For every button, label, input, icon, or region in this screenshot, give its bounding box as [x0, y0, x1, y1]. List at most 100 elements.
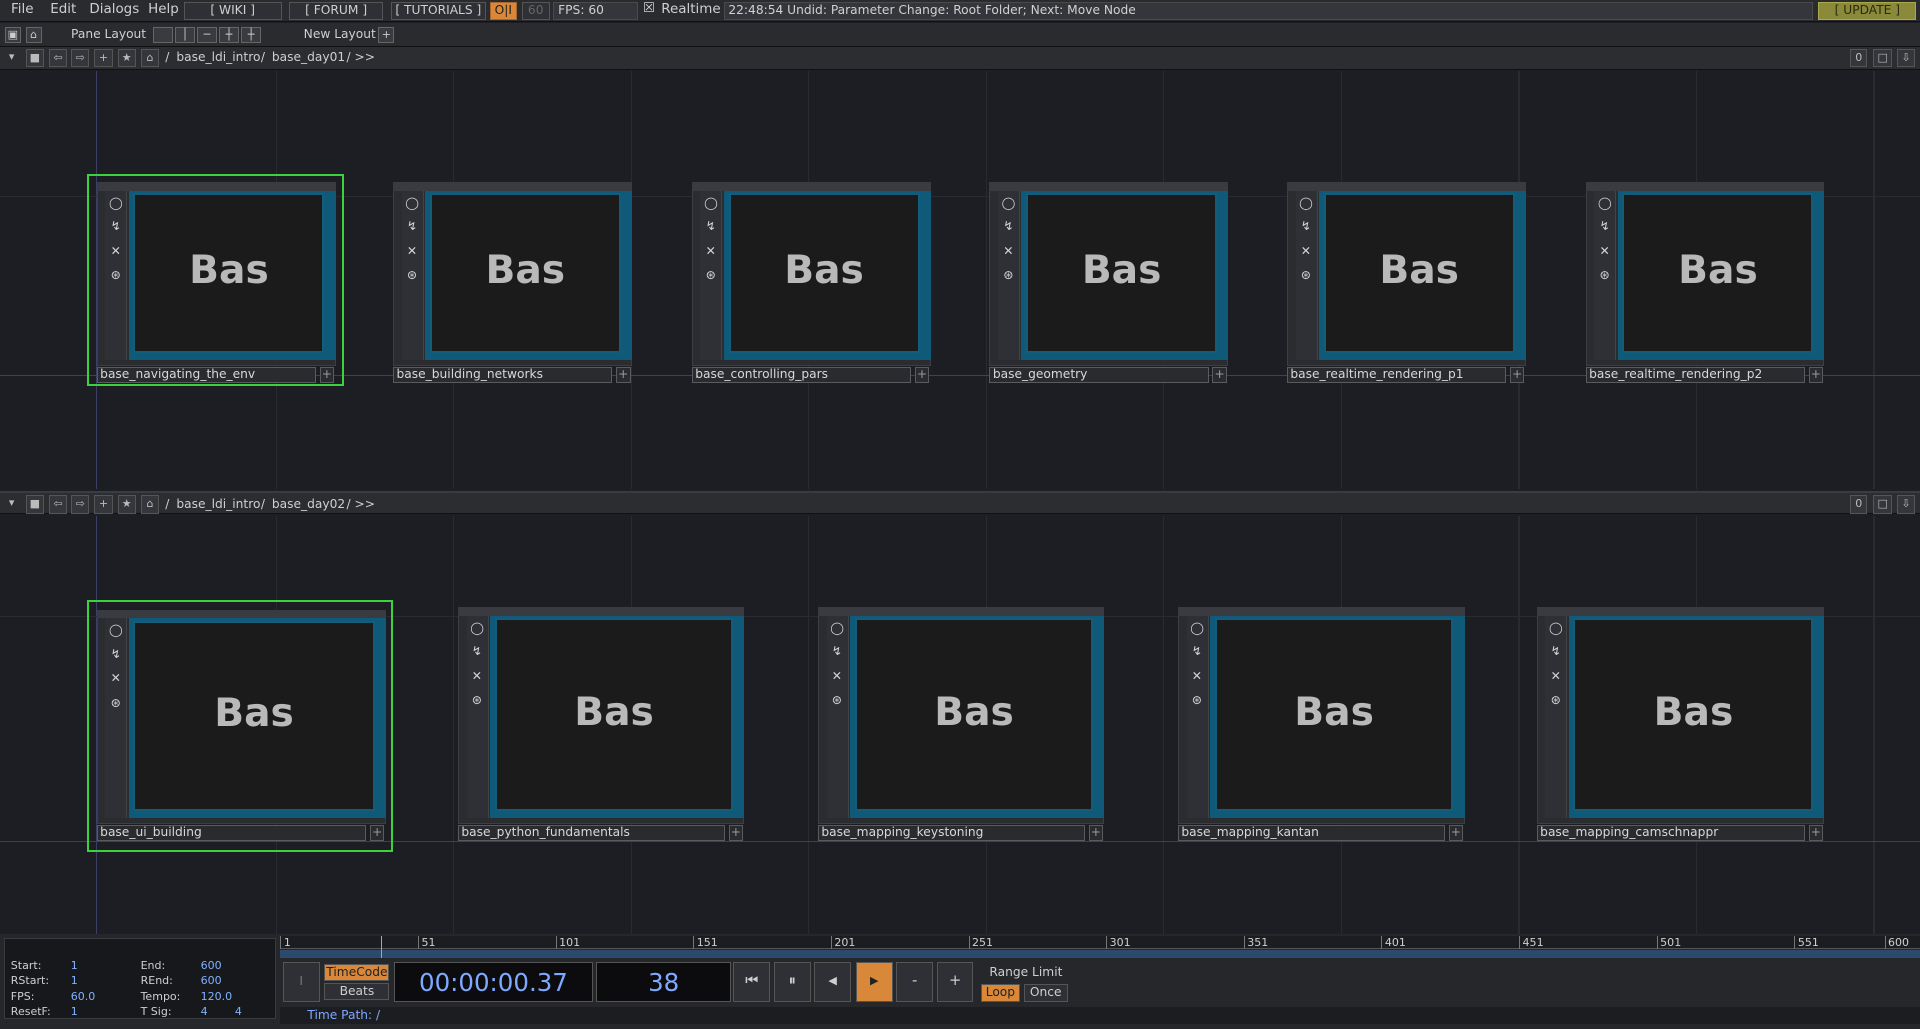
node-name-label[interactable]: base_mapping_camschnappr	[1536, 825, 1805, 842]
network-pane-2[interactable]: Bas ◯ ↯ ✕ ⊛ base_ui_building + Bas ◯ ↯ ✕…	[0, 515, 1920, 935]
info-button[interactable]: I	[282, 962, 320, 1002]
fps-value[interactable]: 60.0	[71, 990, 96, 1003]
realtime-checkbox[interactable]: ☒	[643, 1, 655, 16]
oi-toggle[interactable]: O|I	[489, 2, 517, 20]
pane-menu-icon[interactable]: ▾	[2, 495, 20, 513]
bypass-icon[interactable]: ◯	[830, 621, 844, 635]
end-value[interactable]: 600	[201, 959, 222, 972]
add-output-icon[interactable]: +	[615, 367, 631, 384]
add-output-icon[interactable]: +	[1808, 367, 1824, 384]
add-output-icon[interactable]: +	[914, 367, 930, 384]
forward-icon[interactable]: ⇨	[71, 495, 90, 514]
delete-icon[interactable]: ✕	[470, 669, 483, 683]
delete-icon[interactable]: ✕	[405, 244, 418, 258]
base-comp-node[interactable]: Bas ◯ ↯ ✕ ⊛ base_python_fundamentals +	[457, 607, 745, 842]
tempo-value[interactable]: 120.0	[201, 990, 233, 1003]
loop-toggle[interactable]: Loop	[980, 984, 1020, 1002]
delete-icon[interactable]: ✕	[830, 669, 843, 683]
base-comp-node[interactable]: Bas ◯ ↯ ✕ ⊛ base_realtime_rendering_p2 +	[1585, 182, 1825, 384]
add-output-icon[interactable]: +	[1509, 367, 1525, 384]
layout-split-v-icon[interactable]: │	[175, 26, 195, 43]
cook-icon[interactable]: ↯	[704, 220, 717, 233]
download-icon[interactable]: ⇩	[1896, 48, 1916, 68]
lock-icon[interactable]: ⊛	[1598, 269, 1611, 282]
lock-icon[interactable]: ⊛	[704, 269, 717, 282]
lock-icon[interactable]: ⊛	[1549, 694, 1562, 707]
image-icon[interactable]: ▣	[4, 26, 21, 43]
layout-three-icon[interactable]: ┼	[219, 26, 239, 43]
maximize-icon[interactable]: □	[1873, 495, 1892, 514]
node-preview[interactable]: Bas	[494, 618, 734, 811]
base-comp-node[interactable]: Bas ◯ ↯ ✕ ⊛ base_geometry +	[989, 182, 1229, 384]
home-icon[interactable]: ⌂	[140, 48, 160, 68]
path-more[interactable]: / >>	[347, 50, 376, 64]
bypass-icon[interactable]: ◯	[405, 196, 419, 210]
rend-value[interactable]: 600	[201, 974, 222, 987]
bypass-icon[interactable]: ◯	[1598, 196, 1612, 210]
node-name-label[interactable]: base_building_networks	[393, 367, 613, 384]
fps-cap-field[interactable]: 60	[521, 2, 550, 20]
add-icon[interactable]: +	[94, 48, 113, 68]
path-segment[interactable]: base_day02	[272, 497, 345, 511]
wiki-button[interactable]: [ WIKI ]	[183, 2, 282, 20]
add-output-icon[interactable]: +	[1212, 367, 1227, 384]
node-preview[interactable]: Bas	[728, 193, 920, 353]
resetf-value[interactable]: 1	[71, 1005, 78, 1018]
menu-help[interactable]: Help	[148, 2, 179, 17]
node-name-label[interactable]: base_controlling_pars	[691, 367, 911, 384]
stop-icon[interactable]: ■	[25, 48, 45, 68]
add-output-icon[interactable]: +	[728, 825, 744, 842]
path-segment[interactable]: base_day01	[272, 50, 345, 64]
back-icon[interactable]: ⇦	[48, 495, 68, 514]
frame-display[interactable]: 38	[596, 962, 732, 1002]
network-pane-1[interactable]: Bas ◯ ↯ ✕ ⊛ base_navigating_the_env + Ba…	[0, 71, 1920, 489]
node-name-label[interactable]: base_mapping_keystoning	[817, 825, 1085, 842]
add-icon[interactable]: +	[94, 495, 113, 514]
base-comp-node[interactable]: Bas ◯ ↯ ✕ ⊛ base_realtime_rendering_p1 +	[1286, 182, 1526, 384]
bypass-icon[interactable]: ◯	[1190, 621, 1204, 635]
bypass-icon[interactable]: ◯	[1549, 621, 1563, 635]
delete-icon[interactable]: ✕	[1598, 244, 1611, 258]
bypass-icon[interactable]: ◯	[1002, 196, 1016, 210]
node-preview[interactable]: Bas	[1323, 193, 1515, 353]
layout-split-h-icon[interactable]: ─	[197, 26, 217, 43]
cook-icon[interactable]: ↯	[470, 645, 483, 658]
cook-icon[interactable]: ↯	[1299, 220, 1312, 233]
delete-icon[interactable]: ✕	[1190, 669, 1203, 683]
rstart-value[interactable]: 1	[71, 974, 78, 987]
star-icon[interactable]: ★	[117, 48, 136, 68]
add-output-icon[interactable]: +	[1448, 825, 1464, 842]
bypass-icon[interactable]: ◯	[470, 621, 484, 635]
beats-toggle[interactable]: Beats	[324, 983, 390, 1001]
node-preview[interactable]: Bas	[1622, 193, 1814, 353]
node-preview[interactable]: Bas	[429, 193, 621, 353]
menu-file[interactable]: File	[11, 2, 34, 17]
menu-edit[interactable]: Edit	[50, 2, 76, 17]
base-comp-node[interactable]: Bas ◯ ↯ ✕ ⊛ base_controlling_pars +	[691, 182, 931, 384]
tsig-denominator[interactable]: 4	[235, 1005, 242, 1018]
delete-icon[interactable]: ✕	[704, 244, 717, 258]
base-comp-node[interactable]: Bas ◯ ↯ ✕ ⊛ base_building_networks +	[393, 182, 632, 384]
back-icon[interactable]: ⇦	[48, 48, 68, 68]
download-icon[interactable]: ⇩	[1896, 495, 1916, 514]
base-comp-node[interactable]: Bas ◯ ↯ ✕ ⊛ base_mapping_kantan +	[1177, 607, 1465, 842]
network-icon[interactable]: ⌂	[25, 26, 42, 43]
node-name-label[interactable]: base_mapping_kantan	[1177, 825, 1445, 842]
node-preview[interactable]: Bas	[1214, 618, 1454, 811]
cook-icon[interactable]: ↯	[1598, 220, 1611, 233]
step-back-icon[interactable]: ◀	[814, 962, 852, 1002]
cook-icon[interactable]: ↯	[1549, 645, 1562, 658]
lock-icon[interactable]: ⊛	[470, 694, 483, 707]
node-preview[interactable]: Bas	[1026, 193, 1218, 353]
layout-single-icon[interactable]	[153, 26, 173, 43]
path-segment[interactable]: base_ldi_intro	[176, 50, 260, 64]
lock-icon[interactable]: ⊛	[1190, 694, 1203, 707]
delete-icon[interactable]: ✕	[1549, 669, 1562, 683]
timecode-toggle[interactable]: TimeCode	[324, 963, 390, 981]
path-segment[interactable]: base_ldi_intro	[176, 497, 260, 511]
playhead[interactable]	[380, 935, 383, 958]
cook-icon[interactable]: ↯	[830, 645, 843, 658]
node-preview[interactable]: Bas	[854, 618, 1094, 811]
forum-button[interactable]: [ FORUM ]	[288, 2, 384, 20]
bypass-icon[interactable]: ◯	[1299, 196, 1313, 210]
